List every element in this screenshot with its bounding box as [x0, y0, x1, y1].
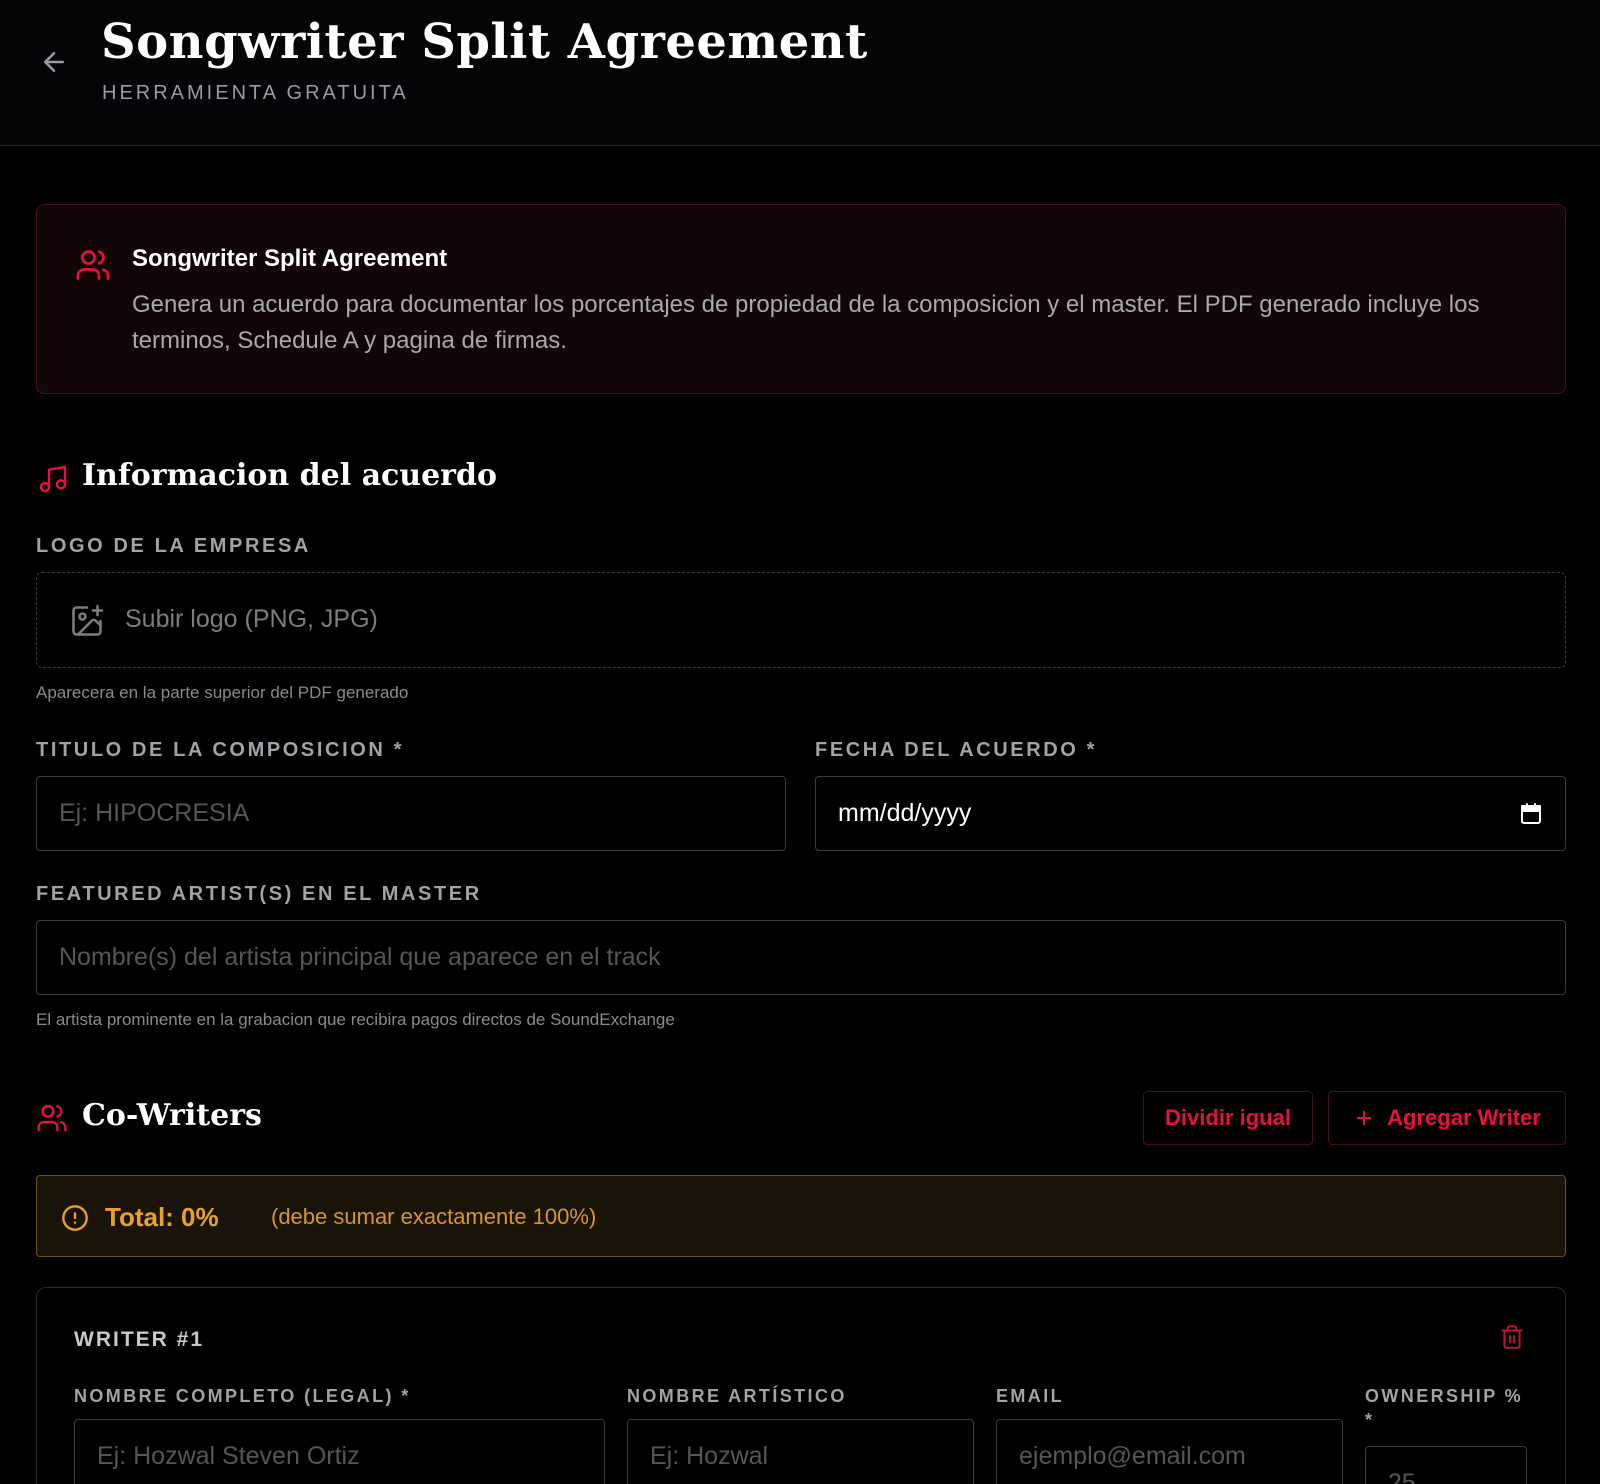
ownership-input[interactable] — [1365, 1446, 1527, 1484]
featured-artist-label: FEATURED ARTIST(S) EN EL MASTER — [36, 883, 482, 905]
composition-title-label: TITULO DE LA COMPOSICION * — [36, 739, 404, 761]
arrow-left-icon — [44, 52, 64, 72]
trash-icon — [1501, 1325, 1523, 1349]
total-percentage: Total: 0% — [105, 1202, 219, 1232]
info-banner: Songwriter Split Agreement Genera un acu… — [36, 204, 1566, 394]
writer-card: WRITER #1 NOMBRE COMPLETO (LEGAL) * NOMB… — [36, 1287, 1566, 1484]
alert-circle-icon — [62, 1205, 88, 1231]
ownership-required-mark: * — [1365, 1410, 1375, 1430]
top-bar: Songwriter Split Agreement HERRAMIENTA G… — [0, 0, 1600, 146]
add-writer-label: Agregar Writer — [1387, 1105, 1541, 1130]
plus-icon — [1356, 1110, 1372, 1126]
logo-hint: Aparecera en la parte superior del PDF g… — [36, 683, 409, 702]
page-title: Songwriter Split Agreement — [101, 14, 868, 70]
total-note: (debe sumar exactamente 100%) — [271, 1204, 597, 1229]
back-button[interactable] — [36, 44, 72, 80]
agreement-date-input[interactable]: mm/dd/yyyy — [815, 776, 1566, 851]
email-label: EMAIL — [996, 1386, 1064, 1406]
image-plus-icon — [72, 604, 104, 636]
users-icon — [37, 1104, 67, 1132]
artist-name-label: NOMBRE ARTÍSTICO — [627, 1386, 847, 1406]
page-subtitle: HERRAMIENTA GRATUITA — [102, 82, 409, 104]
ownership-label: OWNERSHIP % — [1365, 1386, 1524, 1406]
email-input[interactable] — [996, 1419, 1343, 1484]
logo-label: LOGO DE LA EMPRESA — [36, 535, 311, 557]
logo-upload-text: Subir logo (PNG, JPG) — [125, 605, 378, 633]
add-writer-button[interactable]: Agregar Writer — [1328, 1091, 1566, 1145]
cowriters-section-title: Co-Writers — [82, 1098, 262, 1133]
legal-name-input[interactable] — [74, 1419, 605, 1484]
users-icon — [76, 250, 110, 280]
composition-title-input[interactable] — [36, 776, 786, 851]
featured-artist-hint: El artista prominente en la grabacion qu… — [36, 1010, 675, 1029]
banner-title: Songwriter Split Agreement — [132, 245, 448, 272]
agreement-section-title: Informacion del acuerdo — [82, 458, 497, 493]
total-warning: Total: 0% (debe sumar exactamente 100%) — [36, 1175, 1566, 1257]
banner-description: Genera un acuerdo para documentar los po… — [132, 291, 1480, 354]
calendar-icon[interactable] — [1519, 802, 1543, 826]
legal-name-label: NOMBRE COMPLETO (LEGAL) * — [74, 1386, 411, 1406]
split-equal-label: Dividir igual — [1165, 1105, 1291, 1130]
agreement-date-label: FECHA DEL ACUERDO * — [815, 739, 1098, 761]
logo-upload[interactable]: Subir logo (PNG, JPG) — [36, 572, 1566, 668]
artist-name-input[interactable] — [627, 1419, 974, 1484]
delete-writer-button[interactable] — [1499, 1324, 1525, 1355]
music-note-icon — [39, 465, 67, 493]
date-value: mm/dd/yyyy — [838, 799, 972, 827]
featured-artist-input[interactable] — [36, 920, 1566, 995]
split-equal-button[interactable]: Dividir igual — [1143, 1091, 1313, 1145]
writer-title: WRITER #1 — [74, 1328, 205, 1351]
